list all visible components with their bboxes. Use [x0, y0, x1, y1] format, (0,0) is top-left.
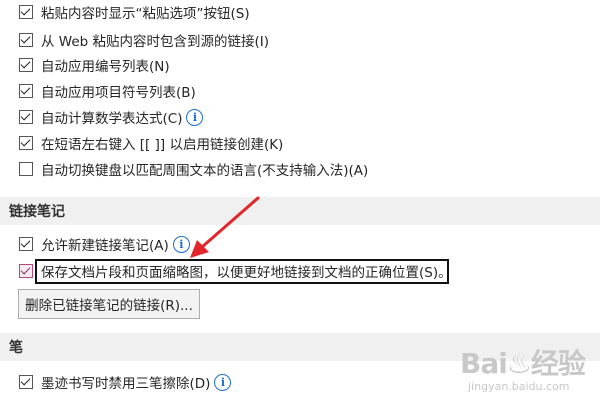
annotation-arrow-icon: [190, 196, 260, 258]
watermark-url: jingyan.baidu.com: [468, 380, 570, 393]
watermark-logo: Bai♨经验: [460, 347, 586, 380]
baidu-watermark: Bai♨经验 jingyan.baidu.com: [460, 342, 586, 393]
